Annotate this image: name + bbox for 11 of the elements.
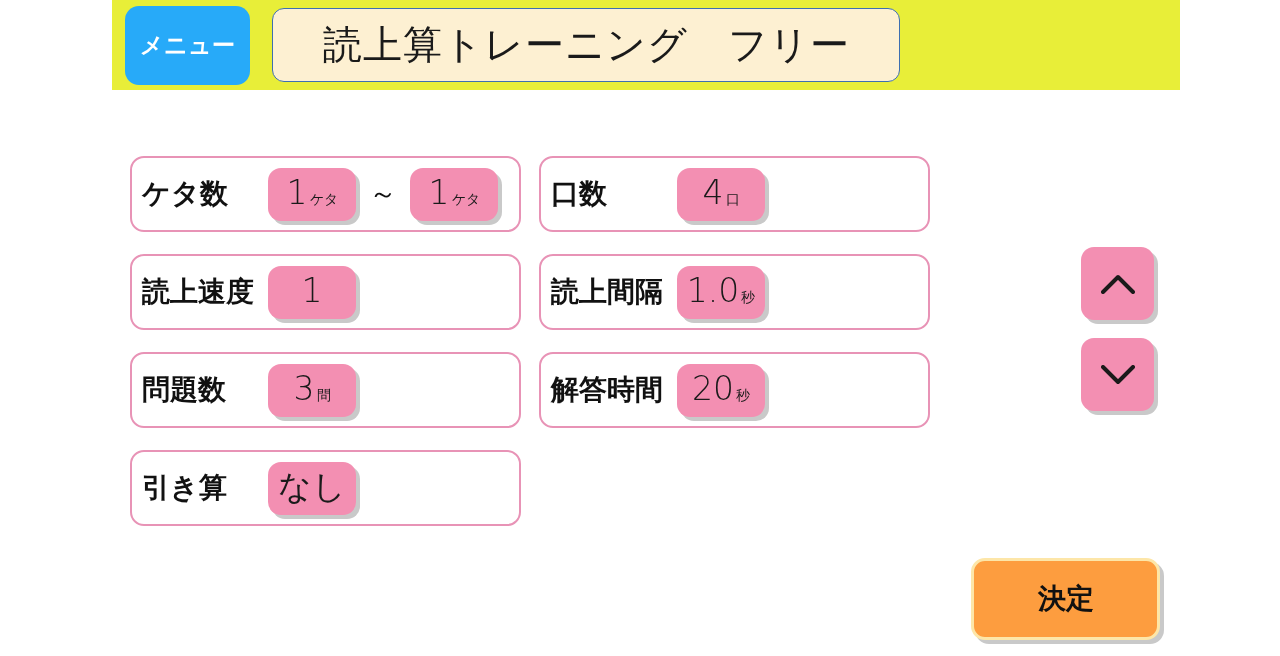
screen-title: 読上算トレーニング フリー (272, 8, 900, 82)
chevron-up-icon (1100, 273, 1135, 294)
setting-label: ケタ数 (142, 176, 229, 212)
range-separator: ～ (368, 176, 398, 212)
setting-label: 読上速度 (142, 274, 255, 310)
setting-label: 問題数 (142, 372, 227, 408)
setting-label: 解答時間 (551, 372, 664, 408)
chevron-down-icon (1100, 364, 1135, 385)
setting-label: 口数 (551, 176, 608, 212)
setting-label: 読上間隔 (551, 274, 664, 310)
setting-label: 引き算 (142, 470, 228, 506)
